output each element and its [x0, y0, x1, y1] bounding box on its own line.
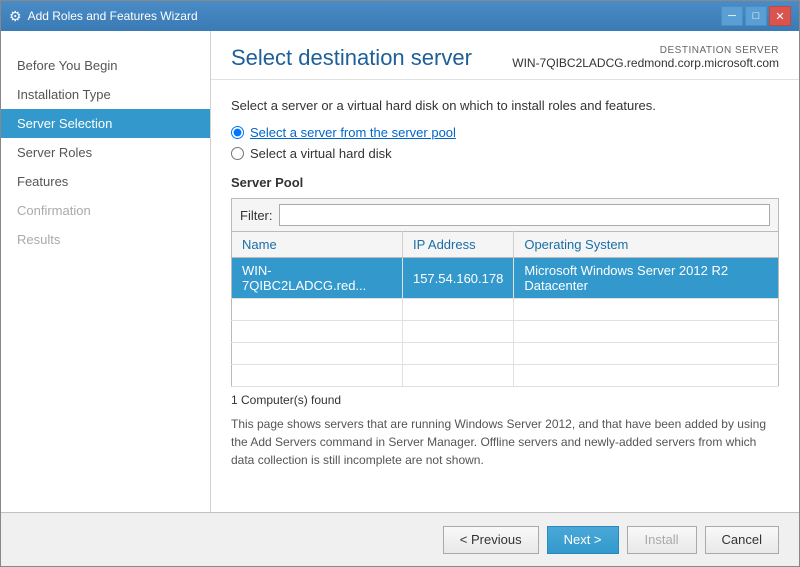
sidebar-item-server-selection[interactable]: Server Selection: [1, 109, 210, 138]
sidebar-item-installation-type[interactable]: Installation Type: [1, 80, 210, 109]
sidebar-item-features[interactable]: Features: [1, 167, 210, 196]
instruction-text: Select a server or a virtual hard disk o…: [231, 98, 779, 113]
radio-option-server-pool[interactable]: Select a server from the server pool: [231, 125, 779, 140]
right-body: Select a server or a virtual hard disk o…: [211, 80, 799, 512]
cell-ip: 157.54.160.178: [402, 258, 513, 299]
radio-group: Select a server from the server pool Sel…: [231, 125, 779, 161]
bottom-bar: < Previous Next > Install Cancel: [1, 512, 799, 566]
install-button: Install: [627, 526, 697, 554]
filter-label: Filter:: [240, 208, 273, 223]
sidebar: Before You Begin Installation Type Serve…: [1, 31, 211, 512]
filter-row: Filter:: [231, 198, 779, 231]
right-panel: Select destination server DESTINATION SE…: [211, 31, 799, 512]
server-pool-title: Server Pool: [231, 175, 779, 190]
empty-row-4: [232, 365, 779, 387]
cancel-button[interactable]: Cancel: [705, 526, 779, 554]
window-title: Add Roles and Features Wizard: [28, 9, 198, 23]
sidebar-item-confirmation: Confirmation: [1, 196, 210, 225]
destination-info: DESTINATION SERVER WIN-7QIBC2LADCG.redmo…: [512, 45, 779, 70]
title-bar-buttons: ─ □ ✕: [721, 6, 791, 26]
info-text: This page shows servers that are running…: [231, 415, 779, 469]
cell-os: Microsoft Windows Server 2012 R2 Datacen…: [514, 258, 779, 299]
window-icon: ⚙: [9, 8, 22, 25]
empty-row-2: [232, 321, 779, 343]
table-header-row: Name IP Address Operating System: [232, 232, 779, 258]
radio-server-pool[interactable]: [231, 126, 244, 139]
page-title-area: Select destination server: [231, 45, 512, 71]
title-bar-left: ⚙ Add Roles and Features Wizard: [9, 8, 198, 25]
close-button[interactable]: ✕: [769, 6, 791, 26]
col-name[interactable]: Name: [232, 232, 403, 258]
server-table: Name IP Address Operating System WIN-7QI…: [231, 231, 779, 387]
sidebar-item-before-you-begin[interactable]: Before You Begin: [1, 51, 210, 80]
sidebar-item-results: Results: [1, 225, 210, 254]
sidebar-item-server-roles[interactable]: Server Roles: [1, 138, 210, 167]
col-os[interactable]: Operating System: [514, 232, 779, 258]
radio-virtual-hdd-label: Select a virtual hard disk: [250, 146, 392, 161]
col-ip[interactable]: IP Address: [402, 232, 513, 258]
radio-option-virtual-hdd[interactable]: Select a virtual hard disk: [231, 146, 779, 161]
title-bar: ⚙ Add Roles and Features Wizard ─ □ ✕: [1, 1, 799, 31]
main-content: Before You Begin Installation Type Serve…: [1, 31, 799, 512]
next-button[interactable]: Next >: [547, 526, 619, 554]
minimize-button[interactable]: ─: [721, 6, 743, 26]
found-text: 1 Computer(s) found: [231, 393, 779, 407]
empty-row-1: [232, 299, 779, 321]
cell-name: WIN-7QIBC2LADCG.red...: [232, 258, 403, 299]
filter-input[interactable]: [279, 204, 771, 226]
page-title: Select destination server: [231, 45, 512, 71]
destination-server: WIN-7QIBC2LADCG.redmond.corp.microsoft.c…: [512, 56, 779, 70]
wizard-window: ⚙ Add Roles and Features Wizard ─ □ ✕ Be…: [0, 0, 800, 567]
previous-button[interactable]: < Previous: [443, 526, 539, 554]
table-row[interactable]: WIN-7QIBC2LADCG.red... 157.54.160.178 Mi…: [232, 258, 779, 299]
radio-server-pool-label: Select a server from the server pool: [250, 125, 456, 140]
destination-label: DESTINATION SERVER: [512, 45, 779, 56]
right-header: Select destination server DESTINATION SE…: [211, 31, 799, 80]
maximize-button[interactable]: □: [745, 6, 767, 26]
radio-virtual-hdd[interactable]: [231, 147, 244, 160]
empty-row-3: [232, 343, 779, 365]
